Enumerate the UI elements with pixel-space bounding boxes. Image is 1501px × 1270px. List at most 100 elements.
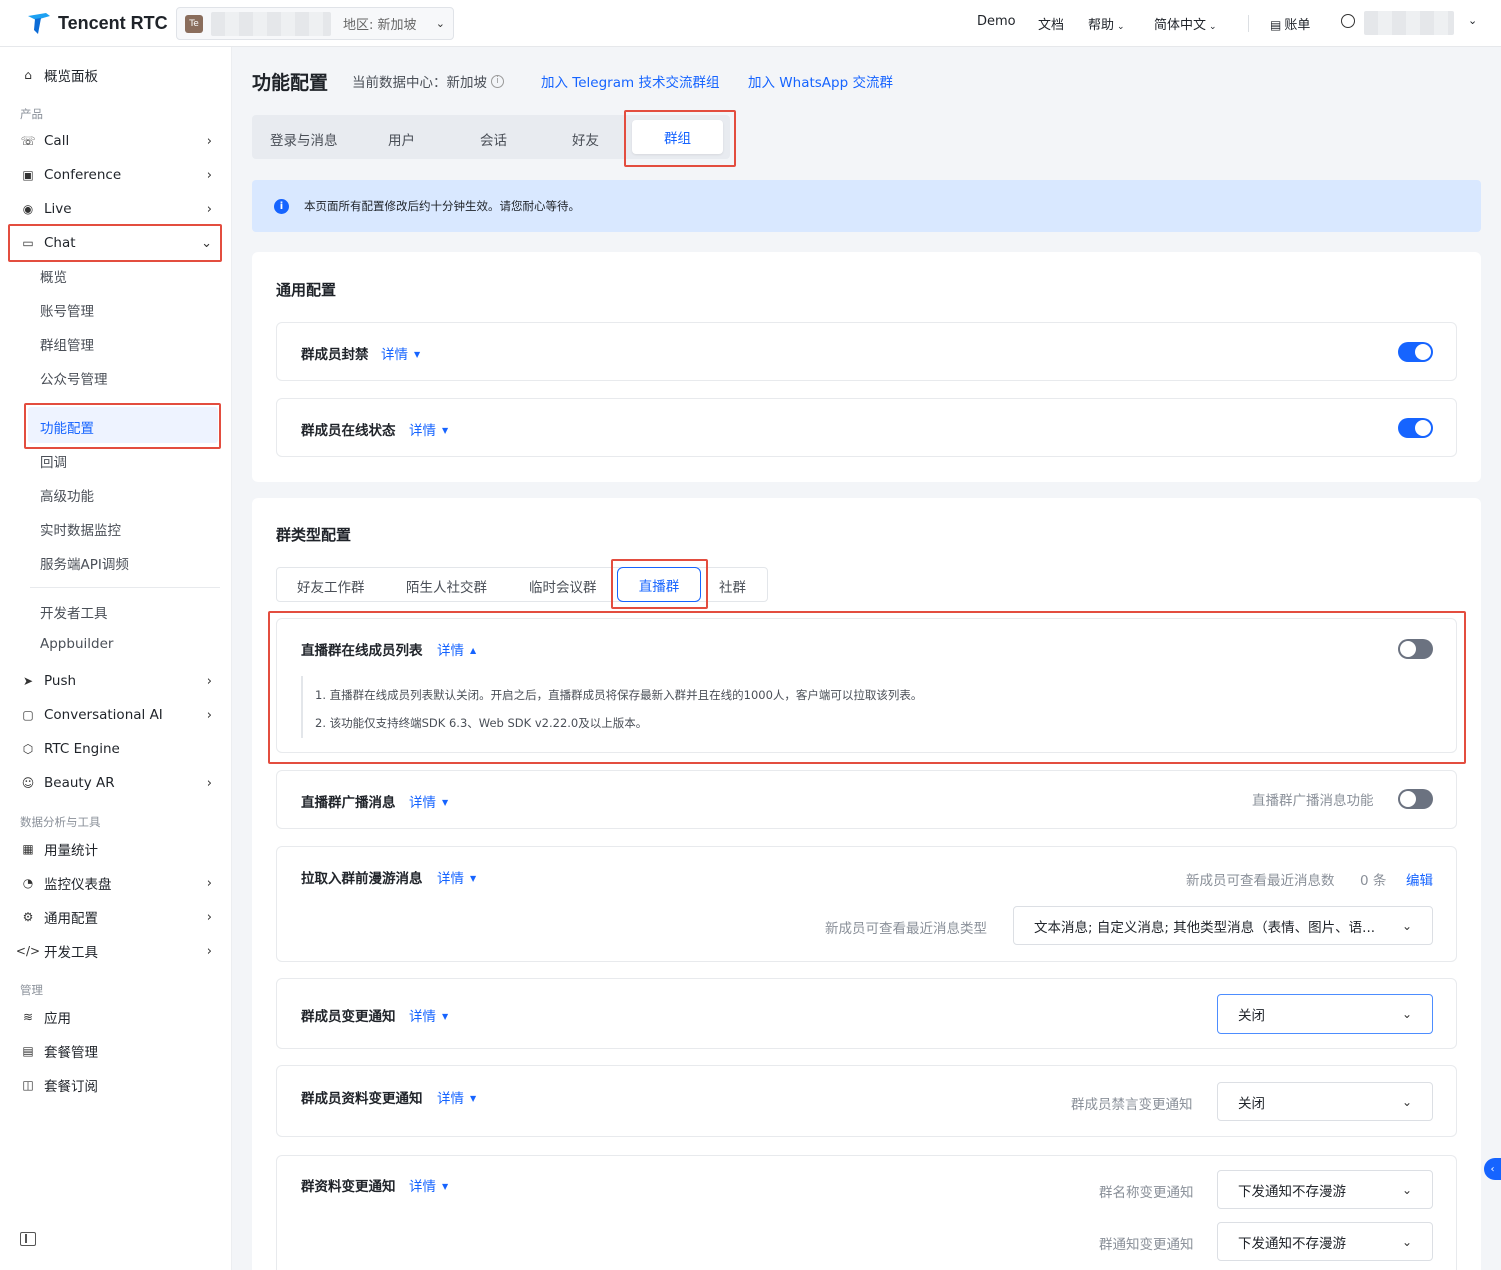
sidebar-sub-callback[interactable]: 回调: [40, 451, 67, 471]
sidebar-item-call[interactable]: ☏ Call ›: [20, 128, 220, 154]
project-badge: Te: [185, 14, 203, 33]
whatsapp-link[interactable]: 加入 WhatsApp 交流群: [748, 71, 893, 91]
nav-billing[interactable]: ▤ 账单: [1270, 14, 1310, 33]
sidebar-item-rtc-engine[interactable]: ⬡ RTC Engine: [20, 736, 220, 762]
layers-icon: ≋: [22, 1010, 34, 1024]
sidebar-item-plan-subscription[interactable]: ◫ 套餐订阅: [20, 1072, 220, 1098]
member-ban-switch[interactable]: [1398, 342, 1433, 362]
logo[interactable]: Tencent RTC: [26, 10, 168, 36]
caret-up-icon: ▲: [470, 646, 477, 655]
mute-notify-label: 群成员禁言变更通知: [1071, 1097, 1193, 1113]
detail-toggle[interactable]: 详情 ▼: [409, 419, 448, 439]
roaming-type-select[interactable]: 文本消息; 自定义消息; 其他类型消息（表情、图片、语... ⌄: [1013, 906, 1433, 945]
sidebar-item-conversational-ai[interactable]: ▢ Conversational AI ›: [20, 702, 220, 728]
sidebar-sub-advanced[interactable]: 高级功能: [40, 485, 94, 505]
online-list-switch[interactable]: [1398, 639, 1433, 659]
online-status-switch[interactable]: [1398, 418, 1433, 438]
tab-groups[interactable]: 群组: [632, 120, 723, 154]
nav-language[interactable]: 简体中文 ⌄: [1154, 14, 1217, 33]
detail-toggle[interactable]: 详情 ▼: [381, 343, 420, 363]
broadcast-switch[interactable]: [1398, 789, 1433, 809]
tab-work-group[interactable]: 好友工作群: [297, 576, 365, 596]
chevron-right-icon: ›: [206, 673, 212, 689]
sidebar-item-dev-tools[interactable]: </> 开发工具 ›: [16, 938, 220, 964]
sidebar-item-overview[interactable]: ⌂ 概览面板: [20, 62, 220, 88]
project-selector[interactable]: Te 地区: 新加坡 ⌄: [176, 7, 454, 40]
sidebar-item-label: Live: [44, 201, 72, 217]
sidebar-sub-developer-tools[interactable]: 开发者工具: [40, 602, 108, 622]
tab-meeting-group[interactable]: 临时会议群: [529, 576, 597, 596]
row-member-profile-notify: 群成员资料变更通知 详情 ▼ 群成员禁言变更通知 关闭 ⌄: [276, 1065, 1457, 1137]
detail-toggle[interactable]: 详情 ▲: [437, 639, 476, 659]
user-menu[interactable]: [1341, 14, 1355, 30]
sidebar-item-label: Call: [44, 133, 70, 149]
bag-icon: ◫: [22, 1078, 34, 1092]
info-icon[interactable]: i: [491, 74, 504, 88]
sidebar-item-general-config[interactable]: ⚙ 通用配置 ›: [20, 904, 220, 930]
chevron-left-icon[interactable]: ‹: [1484, 1158, 1501, 1180]
tab-public-group[interactable]: 陌生人社交群: [406, 576, 487, 596]
nav-help-label: 帮助: [1088, 18, 1115, 33]
description-line: 1. 直播群在线成员列表默认关闭。开启之后，直播群成员将保存最新入群并且在线的1…: [315, 688, 923, 702]
page-title: 功能配置: [252, 72, 329, 94]
collapse-sidebar-icon[interactable]: [20, 1232, 36, 1246]
row-member-change-notify: 群成员变更通知 详情 ▼ 关闭 ⌄: [276, 978, 1457, 1049]
select-value: 文本消息; 自定义消息; 其他类型消息（表情、图片、语...: [1034, 919, 1376, 936]
row-label: 群资料变更通知: [301, 1179, 396, 1195]
sidebar-sub-overview[interactable]: 概览: [40, 266, 67, 286]
detail-toggle[interactable]: 详情 ▼: [409, 1005, 448, 1025]
sidebar-sub-groups[interactable]: 群组管理: [40, 334, 94, 354]
tab-friends[interactable]: 好友: [572, 129, 599, 149]
member-change-select[interactable]: 关闭 ⌄: [1217, 994, 1433, 1034]
chevron-down-icon: ⌄: [1401, 1007, 1412, 1021]
mute-notify-select[interactable]: 关闭 ⌄: [1217, 1082, 1433, 1121]
sidebar-item-chat[interactable]: ▭ Chat ⌄: [20, 230, 220, 256]
sidebar-item-monitor-dashboard[interactable]: ◔ 监控仪表盘 ›: [20, 870, 220, 896]
sidebar-item-label: Chat: [44, 235, 76, 251]
sidebar-item-usage[interactable]: ▦ 用量统计: [20, 836, 220, 862]
sidebar-item-label: 监控仪表盘: [44, 877, 112, 893]
detail-toggle[interactable]: 详情 ▼: [409, 791, 448, 811]
group-type-tabs: 好友工作群 陌生人社交群 临时会议群 直播群 社群: [276, 567, 768, 602]
detail-toggle[interactable]: 详情 ▼: [437, 867, 476, 887]
tab-live-group[interactable]: 直播群: [617, 567, 701, 602]
tab-conversations[interactable]: 会话: [480, 129, 507, 149]
sidebar-sub-official-accounts[interactable]: 公众号管理: [40, 368, 108, 388]
chevron-right-icon: ›: [206, 133, 212, 149]
detail-label: 详情: [437, 643, 464, 659]
chevron-down-icon: ⌄: [435, 17, 445, 30]
tab-login-messages[interactable]: 登录与消息: [270, 129, 338, 149]
nav-demo[interactable]: Demo: [977, 14, 1016, 29]
detail-description: 1. 直播群在线成员列表默认关闭。开启之后，直播群成员将保存最新入群并且在线的1…: [301, 676, 1434, 738]
telegram-link[interactable]: 加入 Telegram 技术交流群组: [541, 71, 719, 91]
nav-docs[interactable]: 文档: [1038, 14, 1064, 33]
row-live-online-list: 直播群在线成员列表 详情 ▲ 1. 直播群在线成员列表默认关闭。开启之后，直播群成…: [276, 618, 1457, 753]
sidebar-sub-feature-config[interactable]: 功能配置: [40, 417, 94, 437]
chevron-right-icon: ›: [206, 875, 212, 891]
edit-link[interactable]: 编辑: [1406, 869, 1433, 889]
group-notice-notify-select[interactable]: 下发通知不存漫游 ⌄: [1217, 1222, 1433, 1261]
sidebar-sub-accounts[interactable]: 账号管理: [40, 300, 94, 320]
row-label: 群成员变更通知: [301, 1009, 396, 1025]
sidebar-item-conference[interactable]: ▣ Conference ›: [20, 162, 220, 188]
sidebar-item-apps[interactable]: ≋ 应用: [20, 1004, 220, 1030]
select-value: 关闭: [1238, 1095, 1265, 1112]
detail-toggle[interactable]: 详情 ▼: [437, 1087, 476, 1107]
sidebar-item-live[interactable]: ◉ Live ›: [20, 196, 220, 222]
group-name-notify-select[interactable]: 下发通知不存漫游 ⌄: [1217, 1170, 1433, 1209]
sidebar-item-push[interactable]: ➤ Push ›: [20, 668, 220, 694]
project-name-redacted: [211, 11, 331, 36]
chevron-down-icon[interactable]: ⌄: [1468, 14, 1477, 27]
caret-down-icon: ▼: [470, 874, 477, 883]
sidebar-item-plan-management[interactable]: ▤ 套餐管理: [20, 1038, 220, 1064]
section-title: 群类型配置: [276, 526, 352, 544]
sidebar-sub-realtime-monitor[interactable]: 实时数据监控: [40, 519, 121, 539]
tab-community[interactable]: 社群: [719, 576, 746, 596]
select-value: 下发通知不存漫游: [1238, 1183, 1346, 1200]
nav-help[interactable]: 帮助 ⌄: [1088, 14, 1125, 33]
sidebar-item-beauty-ar[interactable]: ☺ Beauty AR ›: [20, 770, 220, 796]
sidebar-sub-server-api[interactable]: 服务端API调频: [40, 553, 129, 573]
sidebar-sub-appbuilder[interactable]: Appbuilder: [40, 636, 113, 652]
detail-toggle[interactable]: 详情 ▼: [409, 1175, 448, 1195]
tab-users[interactable]: 用户: [388, 129, 415, 149]
